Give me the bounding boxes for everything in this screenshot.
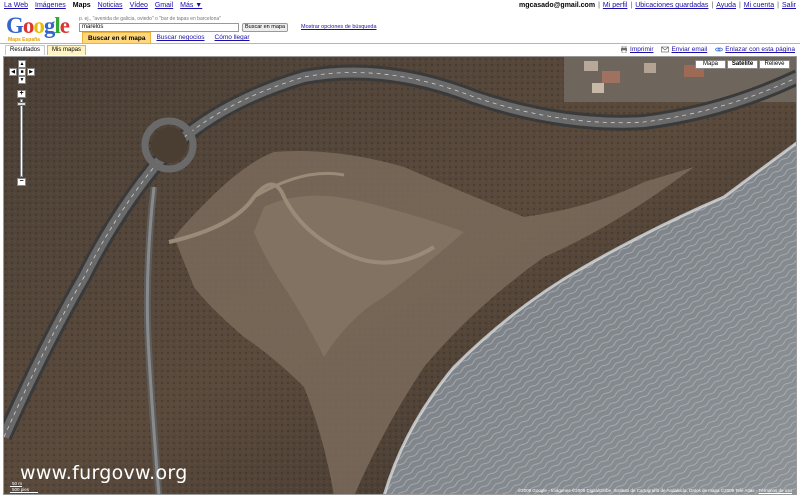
search-input[interactable]: marelos <box>79 23 239 32</box>
my-profile-link[interactable]: Mi perfil <box>603 2 628 9</box>
map-type-button-0[interactable]: Mapa <box>695 60 726 69</box>
search-button[interactable]: Buscar en mapa <box>242 23 288 32</box>
search-hint: p. ej., "avenida de galicia, oviedo" o "… <box>79 16 221 22</box>
map-copyright: ©2009 Google - Imágenes ©2009 DigitalGlo… <box>518 488 792 493</box>
satellite-imagery <box>4 57 796 494</box>
top-nav: La Web Imágenes Maps Noticias Vídeo Gmail Más … <box>0 0 800 11</box>
top-nav-account: mgcasado@gmail.com | Mi perfil | Ubicaci… <box>518 2 796 9</box>
top-nav-link-1[interactable]: Imágenes <box>35 2 66 9</box>
top-nav-link-4[interactable]: Vídeo <box>130 2 148 9</box>
zoom-control: + − <box>17 90 27 186</box>
printer-icon <box>621 46 628 53</box>
logo-letter: o <box>22 13 34 38</box>
top-nav-link-0[interactable]: La Web <box>4 2 28 9</box>
watermark-text: www.furgovw.org <box>20 462 188 484</box>
search-options-link[interactable]: Mostrar opciones de búsqueda <box>301 24 377 30</box>
zoom-in-button[interactable]: + <box>17 90 26 98</box>
saved-locations-link[interactable]: Ubicaciones guardadas <box>635 2 708 9</box>
pan-up-button[interactable]: ▲ <box>18 60 26 68</box>
map-actions: Imprimir Enviar email Enlazar con esta p… <box>620 46 795 53</box>
map-type-button-1[interactable]: Satélite <box>727 60 758 69</box>
link-to-page-link[interactable]: Enlazar con esta página <box>725 46 795 53</box>
sign-out-link[interactable]: Salir <box>782 2 796 9</box>
map-type-button-2[interactable]: Relieve <box>759 60 790 69</box>
account-email: mgcasado@gmail.com <box>518 2 596 9</box>
search-tab-2[interactable]: Cómo llegar <box>210 32 255 43</box>
print-link[interactable]: Imprimir <box>630 46 653 53</box>
search-tab-1[interactable]: Buscar negocios <box>151 32 209 43</box>
top-nav-link-6[interactable]: Más ▼ <box>180 2 202 9</box>
email-action[interactable]: Enviar email <box>661 46 707 53</box>
panel-tab-1[interactable]: Mis mapas <box>47 45 87 55</box>
logo-letter: e <box>59 13 70 38</box>
top-nav-link-2[interactable]: Maps <box>73 2 91 9</box>
satellite-map[interactable]: ▲ ◀ ■ ▶ ▼ + − Mapa Satélite Relieve 50 m 5… <box>3 56 797 495</box>
search-tab-0[interactable]: Buscar en el mapa <box>82 32 152 43</box>
logo-wordmark: Google <box>6 13 76 38</box>
pan-center-button[interactable]: ■ <box>18 68 26 76</box>
envelope-icon <box>661 46 670 53</box>
logo-letter: G <box>6 13 24 38</box>
link-action[interactable]: Enlazar con esta página <box>715 46 795 53</box>
google-maps-logo[interactable]: Google Maps España <box>6 13 76 43</box>
my-account-link[interactable]: Mi cuenta <box>744 2 774 9</box>
help-link[interactable]: Ayuda <box>716 2 736 9</box>
tab-divider <box>0 43 800 44</box>
logo-letter: o <box>33 13 44 38</box>
copyright-text: ©2009 Google - Imágenes ©2009 DigitalGlo… <box>517 488 758 493</box>
search-tabs: Buscar en el mapa Buscar negocios Cómo lle… <box>82 32 255 43</box>
print-action[interactable]: Imprimir <box>620 46 653 53</box>
zoom-slider-thumb[interactable] <box>17 102 26 106</box>
terms-link[interactable]: Términos de uso <box>758 488 792 493</box>
top-nav-link-5[interactable]: Gmail <box>155 2 173 9</box>
zoom-out-button[interactable]: − <box>17 178 26 186</box>
email-link[interactable]: Enviar email <box>671 46 707 53</box>
panel-tab-0[interactable]: Resultados <box>5 45 46 55</box>
panel-tabs: Resultados Mis mapas <box>5 45 87 55</box>
zoom-slider[interactable] <box>20 99 23 177</box>
pan-control: ▲ ◀ ■ ▶ ▼ <box>9 60 36 84</box>
map-type-switcher: Mapa Satélite Relieve <box>695 60 790 69</box>
logo-letter: g <box>43 13 55 38</box>
pan-down-button[interactable]: ▼ <box>18 76 26 84</box>
link-icon <box>715 47 724 52</box>
pan-right-button[interactable]: ▶ <box>27 68 35 76</box>
top-nav-link-3[interactable]: Noticias <box>98 2 123 9</box>
top-nav-products: La Web Imágenes Maps Noticias Vídeo Gmail Más … <box>4 2 202 9</box>
pan-left-button[interactable]: ◀ <box>9 68 17 76</box>
